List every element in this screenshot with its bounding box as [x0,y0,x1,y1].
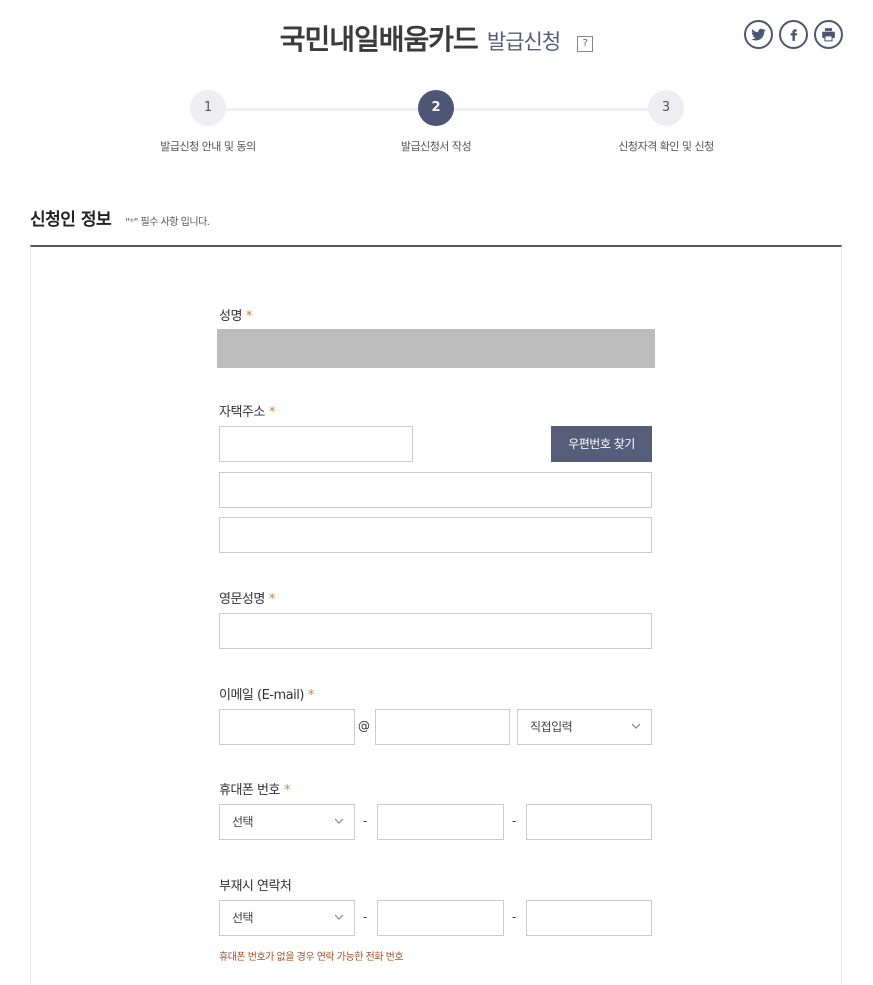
required-star: * [268,405,276,420]
share-buttons [744,20,843,49]
email-label: 이메일 (E-mail) * [219,684,314,703]
page-subtitle: 발급신청 [486,30,561,54]
alt-phone-hint: 휴대폰 번호가 없을 경우 연락 가능한 전화 번호 [219,952,404,963]
address-line2-field[interactable] [219,517,652,553]
alt-phone-prefix-select[interactable]: 선택 [219,900,355,936]
alt-phone-label-text: 부재시 연락처 [219,879,292,894]
alt-phone-label: 부재시 연락처 [219,875,292,894]
section-title: 신청인 정보 [30,210,112,230]
address-line1-field[interactable] [219,472,652,508]
email-domain-select-value: 직접입력 [530,720,573,734]
dash-separator: - [512,814,517,828]
facebook-icon [790,29,798,41]
step-1: 1 발급신청 안내 및 동의 [108,90,308,154]
required-star: * [283,783,291,798]
mobile-last-field[interactable] [526,804,652,840]
required-star: * [307,688,315,703]
required-star: * [245,309,253,324]
dash-separator: - [363,814,368,828]
alt-phone-middle-field[interactable] [377,900,504,936]
chevron-down-icon [631,723,641,729]
dash-separator: - [512,910,517,924]
name-label-text: 성명 [219,309,242,324]
mobile-prefix-select-value: 선택 [232,815,254,829]
twitter-share-button[interactable] [744,20,773,49]
section-header: 신청인 정보 "*" 필수 사항 입니다. [30,205,210,230]
name-label: 성명 * [219,305,252,324]
english-name-label-text: 영문성명 [219,592,265,607]
step-label: 발급신청 안내 및 동의 [160,140,256,153]
mobile-middle-field[interactable] [377,804,504,840]
email-id-field[interactable] [219,709,355,745]
name-field[interactable] [217,329,655,368]
chevron-down-icon [334,914,344,920]
address-label: 자택주소 * [219,401,275,420]
alt-phone-prefix-select-value: 선택 [232,911,254,925]
chevron-down-icon [334,818,344,824]
step-label: 발급신청서 작성 [400,140,472,153]
address-label-text: 자택주소 [219,405,265,420]
page-header: 국민내일배움카드 발급신청 ? [0,18,873,58]
email-domain-field[interactable] [375,709,510,745]
required-note: "*" 필수 사항 입니다. [125,213,210,228]
zipcode-field[interactable] [219,426,413,462]
english-name-field[interactable] [219,613,652,649]
mobile-label-text: 휴대폰 번호 [219,783,280,798]
dash-separator: - [363,910,368,924]
step-number: 1 [190,90,226,126]
alt-phone-last-field[interactable] [526,900,652,936]
zipcode-search-button[interactable]: 우편번호 찾기 [551,426,652,462]
page-title: 국민내일배움카드 [279,23,479,56]
step-2: 2 발급신청서 작성 [336,90,536,154]
step-3: 3 신청자격 확인 및 신청 [566,90,766,154]
mobile-label: 휴대폰 번호 * [219,779,290,798]
required-star: * [268,592,276,607]
help-icon[interactable]: ? [577,36,594,52]
mobile-prefix-select[interactable]: 선택 [219,804,355,840]
step-number: 2 [418,90,454,126]
print-icon [822,28,835,42]
progress-steps: 1 발급신청 안내 및 동의 2 발급신청서 작성 3 신청자격 확인 및 신청 [0,90,873,160]
email-domain-select[interactable]: 직접입력 [517,709,652,745]
english-name-label: 영문성명 * [219,588,275,607]
note-text: " 필수 사항 입니다. [133,217,210,228]
email-at-sign: @ [358,719,370,733]
facebook-share-button[interactable] [779,20,808,49]
twitter-icon [751,28,766,41]
email-label-text: 이메일 (E-mail) [219,688,304,703]
step-label: 신청자격 확인 및 신청 [618,140,714,153]
step-number: 3 [648,90,684,126]
print-button[interactable] [814,20,843,49]
